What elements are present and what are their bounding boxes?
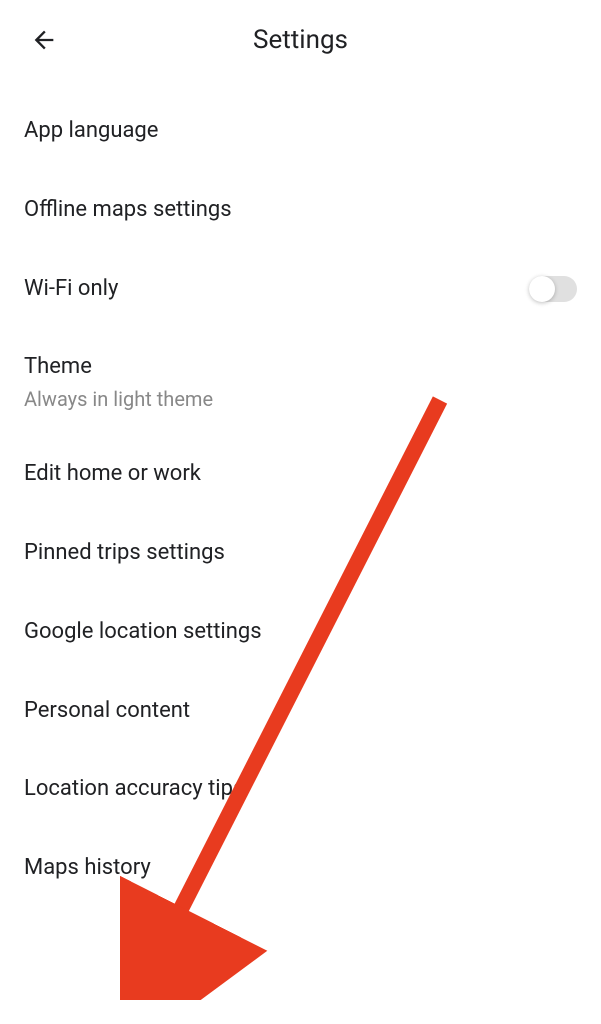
- settings-item-content: Pinned trips settings: [24, 538, 225, 569]
- header: Settings: [0, 0, 601, 80]
- wifi-only-toggle[interactable]: [529, 276, 577, 302]
- arrow-back-icon: [30, 26, 58, 54]
- settings-item-label: Edit home or work: [24, 459, 201, 490]
- back-button[interactable]: [24, 20, 64, 60]
- settings-item-label: Personal content: [24, 696, 190, 727]
- settings-item-label: Location accuracy tips: [24, 774, 244, 805]
- settings-item-label: Theme: [24, 352, 213, 383]
- settings-item-wifi-only[interactable]: Wi-Fi only: [0, 250, 601, 329]
- toggle-knob: [529, 276, 555, 302]
- settings-item-google-location[interactable]: Google location settings: [0, 593, 601, 672]
- settings-item-content: Offline maps settings: [24, 195, 232, 226]
- settings-item-pinned-trips[interactable]: Pinned trips settings: [0, 514, 601, 593]
- settings-list: App language Offline maps settings Wi-Fi…: [0, 80, 601, 920]
- settings-item-content: Maps history: [24, 853, 151, 884]
- settings-item-label: Maps history: [24, 853, 151, 884]
- settings-item-content: Location accuracy tips: [24, 774, 244, 805]
- settings-item-label: Wi-Fi only: [24, 274, 118, 305]
- settings-item-content: Edit home or work: [24, 459, 201, 490]
- settings-item-label: App language: [24, 116, 158, 147]
- settings-item-theme[interactable]: Theme Always in light theme: [0, 328, 601, 435]
- settings-item-content: Personal content: [24, 696, 190, 727]
- settings-item-label: Offline maps settings: [24, 195, 232, 226]
- settings-item-content: Google location settings: [24, 617, 262, 648]
- settings-item-label: Pinned trips settings: [24, 538, 225, 569]
- settings-item-personal-content[interactable]: Personal content: [0, 672, 601, 751]
- settings-item-content: Theme Always in light theme: [24, 352, 213, 411]
- settings-item-label: Google location settings: [24, 617, 262, 648]
- settings-item-content: Wi-Fi only: [24, 274, 118, 305]
- settings-item-location-accuracy[interactable]: Location accuracy tips: [0, 750, 601, 829]
- settings-item-maps-history[interactable]: Maps history: [0, 829, 601, 908]
- settings-item-offline-maps[interactable]: Offline maps settings: [0, 171, 601, 250]
- settings-item-app-language[interactable]: App language: [0, 92, 601, 171]
- settings-item-subtitle: Always in light theme: [24, 387, 213, 411]
- settings-item-edit-home-work[interactable]: Edit home or work: [0, 435, 601, 514]
- settings-item-content: App language: [24, 116, 158, 147]
- page-title: Settings: [253, 25, 348, 55]
